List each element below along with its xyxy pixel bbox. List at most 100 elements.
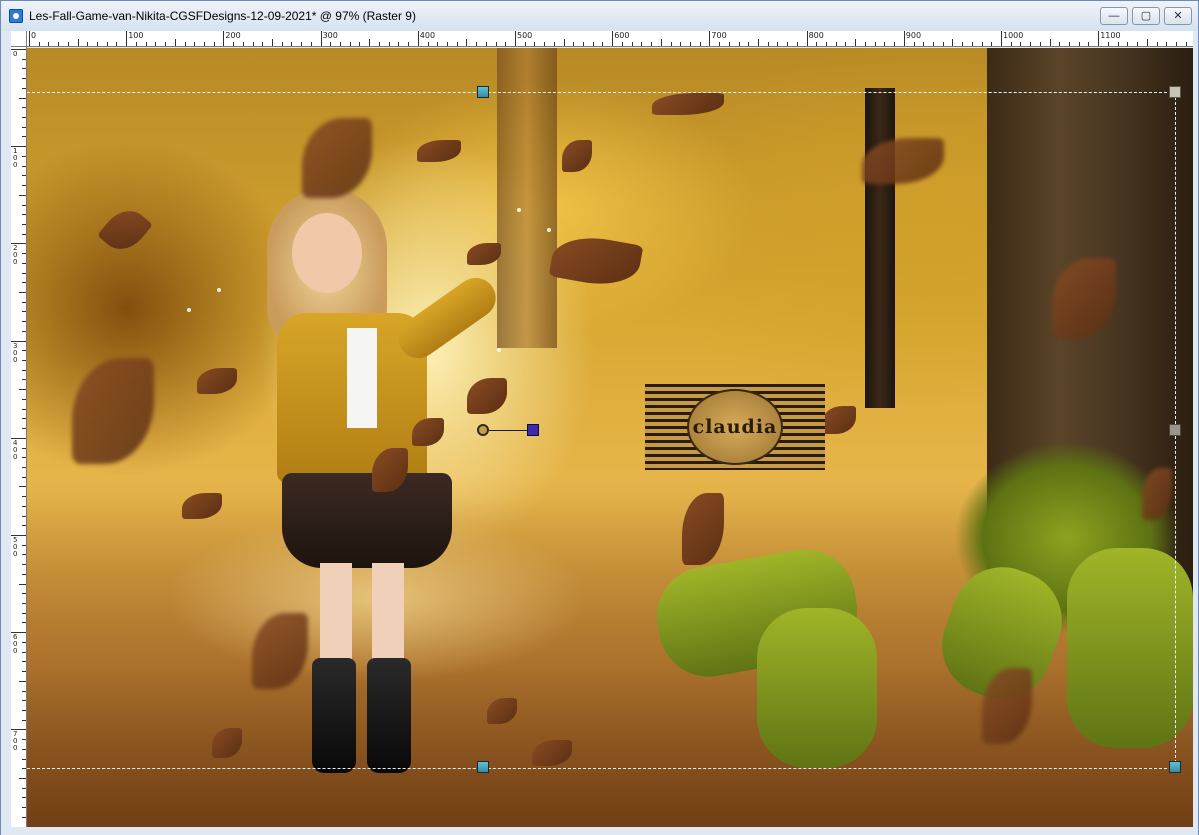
ruler-tick [602, 42, 604, 46]
falling-leaf [197, 368, 237, 394]
ruler-tick [22, 321, 26, 323]
ruler-label: 100 [128, 31, 144, 40]
ruler-tick [22, 515, 26, 517]
bottom-middle-handle[interactable] [477, 761, 489, 773]
window-title: Les-Fall-Game-van-Nikita-CGSFDesigns-12-… [29, 9, 416, 23]
sparkle [217, 288, 221, 292]
ruler-label: 1000 [1003, 31, 1024, 40]
ruler-tick [874, 42, 876, 46]
ruler-tick [135, 42, 137, 46]
image-document-icon [9, 9, 23, 23]
ruler-tick [864, 42, 866, 46]
ruler-label: 600 [13, 633, 18, 656]
ruler-tick [22, 593, 26, 595]
close-button[interactable]: ✕ [1164, 7, 1192, 25]
sparkle [547, 228, 551, 232]
ruler-tick [22, 700, 26, 702]
pivot-point-handle[interactable] [527, 424, 539, 436]
ruler-tick [301, 42, 303, 46]
ruler-tick [1185, 42, 1187, 46]
minimize-icon: — [1108, 9, 1120, 22]
ruler-tick [349, 42, 351, 46]
ruler-tick [660, 39, 662, 46]
ruler-tick [1020, 42, 1022, 46]
ruler-tick [22, 369, 26, 371]
image-canvas[interactable]: claudia [27, 48, 1193, 827]
ruler-tick [22, 185, 26, 187]
ruler-tick [515, 31, 516, 46]
ruler-tick [1166, 42, 1168, 46]
sparkle [497, 348, 501, 352]
ruler-tick [378, 42, 380, 46]
ruler-label: 400 [13, 438, 18, 461]
ruler-tick [855, 39, 857, 46]
ruler-tick [22, 233, 26, 235]
window-controls: — ▢ ✕ [1100, 7, 1192, 25]
ruler-tick [719, 42, 721, 46]
ruler-label: 200 [225, 31, 241, 40]
ruler-tick [22, 787, 26, 789]
ruler-tick [22, 719, 26, 721]
ruler-label: 400 [419, 31, 436, 40]
ruler-tick [155, 42, 157, 46]
close-icon: ✕ [1173, 9, 1183, 22]
ruler-tick [22, 379, 26, 381]
ruler-tick [22, 155, 26, 157]
vertical-ruler[interactable]: 0 100 200 300 400 500 600 700 [11, 47, 27, 827]
top-right-handle[interactable] [1169, 86, 1181, 98]
ruler-corner [11, 31, 27, 47]
ruler-tick [22, 807, 26, 809]
ruler-tick [97, 42, 99, 46]
ruler-tick [22, 126, 26, 128]
ruler-tick [621, 42, 623, 46]
ruler-tick [281, 42, 283, 46]
ruler-tick [903, 31, 905, 46]
bottom-right-handle[interactable] [1169, 761, 1181, 773]
ruler-tick [1010, 42, 1012, 46]
ruler-tick [758, 39, 759, 46]
top-middle-handle[interactable] [477, 86, 489, 98]
selection-top-edge [27, 92, 1177, 93]
ruler-tick [116, 42, 118, 46]
ruler-tick [1059, 42, 1061, 46]
right-middle-handle[interactable] [1169, 424, 1181, 436]
ruler-tick [359, 42, 361, 46]
ruler-tick [446, 42, 448, 46]
ruler-tick [22, 466, 26, 468]
ruler-tick [252, 42, 254, 46]
ruler-tick [1156, 42, 1158, 46]
ruler-tick [476, 42, 478, 46]
ruler-tick [48, 42, 50, 46]
ruler-tick [534, 42, 536, 46]
ruler-tick [787, 42, 789, 46]
ruler-label: 800 [808, 31, 824, 40]
ruler-tick [1107, 42, 1109, 46]
mossy-root [757, 608, 877, 768]
ruler-tick [22, 262, 26, 264]
maximize-button[interactable]: ▢ [1132, 7, 1160, 25]
watermark-layer[interactable]: claudia [645, 384, 825, 470]
title-bar[interactable]: Les-Fall-Game-van-Nikita-CGSFDesigns-12-… [1, 1, 1198, 31]
ruler-tick [22, 117, 26, 119]
minimize-button[interactable]: — [1100, 7, 1128, 25]
ruler-tick [22, 816, 26, 818]
ruler-tick [942, 42, 944, 46]
ruler-tick [485, 42, 487, 46]
ruler-tick [22, 330, 26, 332]
ruler-tick [991, 42, 993, 46]
ruler-label: 500 [517, 31, 533, 40]
ruler-tick [262, 42, 264, 46]
ruler-tick [952, 39, 954, 46]
falling-leaf [652, 93, 724, 115]
horizontal-ruler[interactable]: 0 100 200 300 400 500 600 700 800 900 1000 1100 [27, 31, 1193, 47]
rotation-handle[interactable] [477, 424, 489, 436]
ruler-tick [22, 476, 26, 478]
ruler-label: 0 [13, 50, 18, 58]
ruler-tick [22, 612, 26, 614]
ruler-tick [767, 42, 769, 46]
ruler-tick [923, 42, 925, 46]
ruler-tick [748, 42, 750, 46]
ruler-tick [1127, 42, 1129, 46]
girl-face [292, 213, 362, 293]
ruler-tick [22, 603, 26, 605]
